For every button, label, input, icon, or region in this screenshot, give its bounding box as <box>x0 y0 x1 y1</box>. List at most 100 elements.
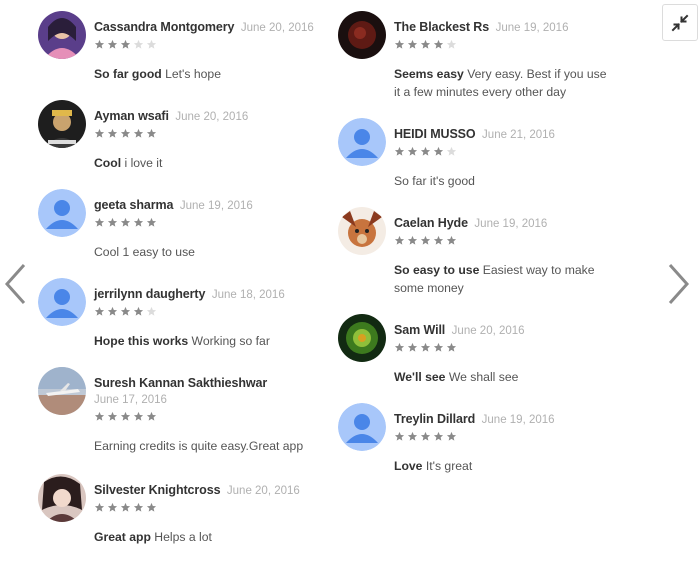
review-date: June 19, 2016 <box>474 218 548 230</box>
star-filled-icon <box>120 217 131 227</box>
avatar[interactable] <box>38 100 86 148</box>
star-filled-icon <box>107 217 118 227</box>
review-author: Silvester Knightcross <box>94 483 221 497</box>
star-filled-icon <box>133 502 144 512</box>
review-body: We shall see <box>448 370 519 384</box>
star-empty-icon <box>146 306 157 316</box>
star-filled-icon <box>133 217 144 227</box>
collapse-arrows-icon <box>671 14 689 31</box>
star-filled-icon <box>433 235 444 245</box>
avatar[interactable] <box>38 367 86 415</box>
default-avatar-icon[interactable] <box>338 118 386 166</box>
review-title: So far good <box>94 67 162 81</box>
star-filled-icon <box>120 39 131 49</box>
default-avatar-icon[interactable] <box>38 189 86 237</box>
review-body: So far it's good <box>394 174 475 188</box>
star-rating <box>394 431 638 445</box>
star-filled-icon <box>107 411 118 421</box>
default-avatar-icon[interactable] <box>338 403 386 451</box>
star-filled-icon <box>94 502 105 512</box>
review-text: So easy to use Easiest way to make some … <box>394 261 608 297</box>
star-filled-icon <box>394 39 405 49</box>
review-body: Earning credits is quite easy.Great app <box>94 439 304 453</box>
star-filled-icon <box>420 39 431 49</box>
next-page-button[interactable] <box>664 260 694 308</box>
star-rating <box>94 411 328 425</box>
review-body: Cool 1 easy to use <box>94 245 195 259</box>
review-title: So easy to use <box>394 263 480 277</box>
chevron-left-icon <box>4 263 26 305</box>
avatar[interactable] <box>38 474 86 522</box>
star-filled-icon <box>94 39 105 49</box>
review-title: Hope this works <box>94 334 189 348</box>
star-filled-icon <box>120 411 131 421</box>
review-date: June 20, 2016 <box>175 111 249 123</box>
review-author: Cassandra Montgomery <box>94 20 235 34</box>
star-filled-icon <box>146 411 157 421</box>
review-author: Ayman wsafi <box>94 109 169 123</box>
star-rating <box>94 39 328 53</box>
previous-page-button[interactable] <box>0 260 30 308</box>
review-author: jerrilynn daugherty <box>94 287 206 301</box>
review-body: Helps a lot <box>154 530 212 544</box>
star-empty-icon <box>446 146 457 156</box>
star-filled-icon <box>133 306 144 316</box>
star-filled-icon <box>446 342 457 352</box>
review-author: geeta sharma <box>94 198 174 212</box>
star-filled-icon <box>420 431 431 441</box>
review-title: Seems easy <box>394 67 464 81</box>
star-filled-icon <box>407 235 418 245</box>
review-text: So far good Let's hope <box>94 65 328 83</box>
review-title: Love <box>394 459 423 473</box>
review-text: Cool i love it <box>94 154 328 172</box>
review-text: Seems easy Very easy. Best if you use it… <box>394 65 608 101</box>
review-date: June 19, 2016 <box>179 200 253 212</box>
avatar[interactable] <box>338 207 386 255</box>
star-filled-icon <box>94 306 105 316</box>
star-filled-icon <box>420 146 431 156</box>
review-date: June 18, 2016 <box>211 289 285 301</box>
star-rating <box>94 502 328 516</box>
star-empty-icon <box>133 39 144 49</box>
review-body: Working so far <box>191 334 270 348</box>
star-filled-icon <box>133 411 144 421</box>
star-filled-icon <box>107 502 118 512</box>
review-body: i love it <box>124 156 163 170</box>
review-author: Treylin Dillard <box>394 412 476 426</box>
star-rating <box>394 342 638 356</box>
review-date: June 20, 2016 <box>240 22 314 34</box>
review-date: June 17, 2016 <box>94 394 167 406</box>
star-filled-icon <box>433 146 444 156</box>
star-empty-icon <box>146 39 157 49</box>
avatar[interactable] <box>338 314 386 362</box>
avatar[interactable] <box>338 11 386 59</box>
review-text: Hope this works Working so far <box>94 332 328 350</box>
star-filled-icon <box>407 146 418 156</box>
star-filled-icon <box>120 502 131 512</box>
star-filled-icon <box>146 217 157 227</box>
review-author: Sam Will <box>394 323 446 337</box>
star-filled-icon <box>407 39 418 49</box>
review-text: So far it's good <box>394 172 638 190</box>
star-rating <box>94 217 328 231</box>
avatar[interactable] <box>38 11 86 59</box>
review-body: It's great <box>425 459 473 473</box>
review-date: June 19, 2016 <box>495 22 569 34</box>
star-rating <box>94 128 328 142</box>
collapse-button[interactable] <box>662 4 698 41</box>
default-avatar-icon[interactable] <box>38 278 86 326</box>
star-filled-icon <box>133 128 144 138</box>
star-filled-icon <box>120 128 131 138</box>
star-filled-icon <box>394 235 405 245</box>
star-filled-icon <box>407 431 418 441</box>
review-date: June 21, 2016 <box>482 129 555 141</box>
review-author: Caelan Hyde <box>394 216 468 230</box>
star-filled-icon <box>446 431 457 441</box>
reviews-page: Cassandra Montgomery June 20, 2016 So fa… <box>0 0 699 566</box>
chevron-right-icon <box>668 263 690 305</box>
star-rating <box>394 39 608 53</box>
review-text: Great app Helps a lot <box>94 528 328 546</box>
star-filled-icon <box>433 431 444 441</box>
star-filled-icon <box>394 431 405 441</box>
review-text: Cool 1 easy to use <box>94 243 328 261</box>
